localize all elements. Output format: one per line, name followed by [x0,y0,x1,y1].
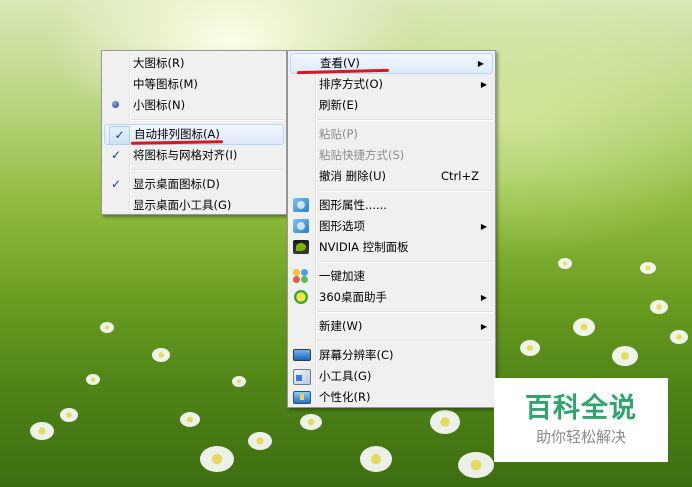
menu-separator [131,169,284,171]
menu-item-align-to-grid[interactable]: ✓ 将图标与网格对齐(I) [102,145,286,166]
menu-item-sort-by[interactable]: 排序方式(O) ▶ [288,74,495,95]
flower-decoration [612,346,638,366]
menu-item-small-icons[interactable]: 小图标(N) [102,95,286,116]
menu-item-label: 图形选项 [319,219,365,233]
menu-item-screen-resolution[interactable]: 屏幕分辨率(C) [288,345,495,366]
flower-decoration [200,446,234,472]
flower-decoration [650,300,668,314]
flower-decoration [100,322,114,333]
checkmark-icon: ✓ [110,177,122,191]
submenu-arrow-icon: ▶ [480,222,487,231]
watermark-title: 百科全说 [525,393,637,424]
menu-item-label: 显示桌面小工具(G) [133,198,232,212]
checkmark-icon: ✓ [109,126,130,145]
menu-item-label: 360桌面助手 [319,290,387,304]
flower-decoration [360,446,392,472]
view-submenu: 大图标(R) 中等图标(M) 小图标(N) ✓ 自动排列图标(A) ✓ 将图标与… [101,50,287,215]
menu-item-new[interactable]: 新建(W) ▶ [288,316,495,337]
menu-item-label: 屏幕分辨率(C) [319,348,394,362]
flower-decoration [248,432,272,450]
menu-item-gadgets[interactable]: 小工具(G) [288,366,495,387]
flower-decoration [520,340,540,356]
speedup-balls-icon [293,269,309,283]
menu-item-one-click-speedup[interactable]: 一键加速 [288,266,495,287]
flower-decoration [300,414,322,430]
submenu-arrow-icon: ▶ [480,293,487,302]
menu-item-label: 一键加速 [319,269,365,283]
menu-separator [317,261,493,263]
flower-decoration [152,348,170,362]
menu-separator [317,119,493,121]
menu-item-label: 大图标(R) [133,56,185,70]
menu-item-label: 粘贴快捷方式(S) [319,148,405,162]
menu-item-label: 小图标(N) [133,98,186,112]
menu-item-label: NVIDIA 控制面板 [319,240,409,254]
menu-item-medium-icons[interactable]: 中等图标(M) [102,74,286,95]
flower-decoration [180,412,200,427]
menu-item-refresh[interactable]: 刷新(E) [288,95,495,116]
intel-graphics-icon [293,219,309,233]
menu-item-paste-shortcut[interactable]: 粘贴快捷方式(S) [288,145,495,166]
menu-item-360-desktop-helper[interactable]: 360桌面助手 ▶ [288,287,495,308]
checkmark-icon: ✓ [110,148,122,162]
submenu-arrow-icon: ▶ [477,59,484,68]
flower-decoration [670,330,688,344]
menu-item-undo-delete[interactable]: 撤消 删除(U) Ctrl+Z [288,166,495,187]
flower-decoration [458,452,494,478]
menu-item-show-desktop-gadgets[interactable]: 显示桌面小工具(G) [102,195,286,216]
menu-item-large-icons[interactable]: 大图标(R) [102,53,286,74]
submenu-arrow-icon: ▶ [480,80,487,89]
menu-item-shortcut: Ctrl+Z [441,169,479,183]
menu-item-label: 自动排列图标(A) [134,127,220,141]
menu-separator [317,340,493,342]
menu-separator [317,311,493,313]
360-desktop-icon [294,290,308,304]
radio-selected-icon [112,101,119,108]
menu-separator [131,119,284,121]
menu-item-label: 新建(W) [319,319,363,333]
menu-item-label: 粘贴(P) [319,127,358,141]
menu-separator [317,190,493,192]
menu-item-label: 查看(V) [320,56,360,70]
menu-item-label: 图形属性...... [319,198,387,212]
menu-item-graphics-properties[interactable]: 图形属性...... [288,195,495,216]
gadgets-icon [293,369,311,385]
flower-decoration [573,318,595,336]
flower-decoration [30,422,54,440]
monitor-icon [293,349,311,361]
flower-decoration [430,410,460,434]
desktop-context-menu: 查看(V) ▶ 排序方式(O) ▶ 刷新(E) 粘贴(P) 粘贴快捷方式(S) … [287,50,496,408]
flower-decoration [640,262,656,274]
menu-item-label: 刷新(E) [319,98,359,112]
flower-decoration [558,258,572,269]
nvidia-icon [293,240,309,254]
personalize-icon [293,391,311,404]
submenu-arrow-icon: ▶ [480,322,487,331]
menu-item-label: 中等图标(M) [133,77,198,91]
menu-item-label: 个性化(R) [319,390,371,404]
watermark-subtitle: 助你轻松解决 [535,428,626,446]
menu-item-label: 排序方式(O) [319,77,384,91]
intel-graphics-icon [293,198,309,212]
menu-item-show-desktop-icons[interactable]: ✓ 显示桌面图标(D) [102,174,286,195]
menu-item-nvidia-control-panel[interactable]: NVIDIA 控制面板 [288,237,495,258]
menu-item-personalize[interactable]: 个性化(R) [288,387,495,408]
flower-decoration [60,408,78,422]
menu-item-paste[interactable]: 粘贴(P) [288,124,495,145]
menu-item-graphics-options[interactable]: 图形选项 ▶ [288,216,495,237]
flower-decoration [86,374,100,385]
flower-decoration [232,376,246,387]
menu-item-label: 撤消 删除(U) [319,169,387,183]
watermark-box: 百科全说 助你轻松解决 [494,378,668,462]
menu-item-label: 小工具(G) [319,369,372,383]
menu-item-label: 显示桌面图标(D) [133,177,220,191]
menu-item-label: 将图标与网格对齐(I) [133,148,238,162]
